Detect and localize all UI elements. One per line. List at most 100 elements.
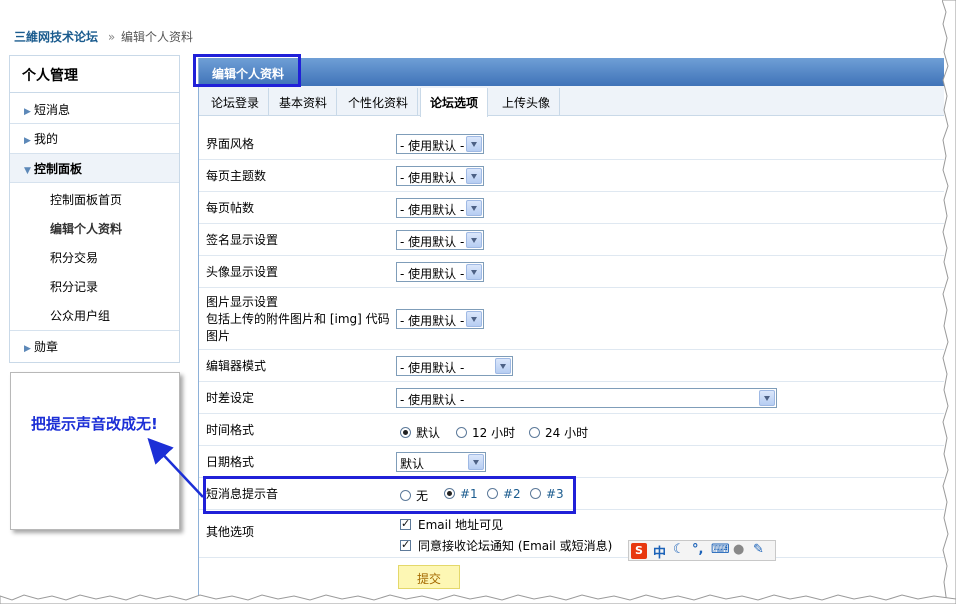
- sidebar-item-medals[interactable]: ▶ 勋章: [24, 338, 58, 355]
- row-other-options: 其他选项 Email 地址可见 同意接收论坛通知 (Email 或短消息): [199, 510, 944, 558]
- triangle-down-icon: ▼: [24, 166, 31, 176]
- chevron-down-icon: [466, 264, 482, 280]
- date-format-select[interactable]: 默认: [396, 452, 486, 472]
- radio-icon: [529, 427, 540, 438]
- breadcrumb: 三維网技术论坛 » 编辑个人资料: [14, 28, 193, 45]
- punctuation-icon[interactable]: °,: [692, 542, 703, 557]
- sidebar-subitem-credit-trade[interactable]: 积分交易: [50, 249, 98, 266]
- moon-icon[interactable]: ☾: [673, 542, 685, 557]
- row-label: 头像显示设置: [206, 265, 279, 279]
- wrench-icon[interactable]: ✎: [753, 542, 764, 557]
- row-label: 每页主题数: [206, 169, 267, 183]
- radio-label: 12 小时: [472, 426, 516, 440]
- row-label: 图片显示设置: [206, 295, 279, 309]
- checkbox-email-visible[interactable]: Email 地址可见: [400, 516, 503, 533]
- sidebar-subitem-edit-profile[interactable]: 编辑个人资料: [50, 220, 122, 237]
- sidebar-item-messages[interactable]: ▶ 短消息: [24, 101, 70, 118]
- triangle-right-icon: ▶: [24, 136, 31, 146]
- avatar-select[interactable]: - 使用默认 -: [396, 262, 484, 282]
- main-panel: 编辑个人资料 论坛登录 基本资料 个性化资料 论坛选项 上传头像 界面风格 - …: [198, 58, 944, 596]
- annotation-note: 把提示声音改成无!: [10, 372, 180, 530]
- main-header: 编辑个人资料: [199, 58, 944, 86]
- ime-toolbar[interactable]: S 中 ☾ °, ⌨ ● ✎: [628, 540, 776, 561]
- row-label: 编辑器模式: [206, 359, 267, 373]
- checkbox-accept-notices[interactable]: 同意接收论坛通知 (Email 或短消息): [400, 537, 612, 554]
- torn-edge-bottom: [0, 594, 956, 604]
- annotation-note-text: 把提示声音改成无!: [31, 415, 158, 433]
- radio-label: 24 小时: [545, 426, 589, 440]
- sidebar-section-control-panel[interactable]: ▼ 控制面板: [10, 153, 179, 183]
- timezone-select[interactable]: - 使用默认 -: [396, 388, 777, 408]
- tab-upload-avatar[interactable]: 上传头像: [493, 88, 561, 115]
- breadcrumb-site-link[interactable]: 三維网技术论坛: [14, 30, 98, 44]
- highlight-box-title: [193, 54, 301, 87]
- chevron-down-icon: [466, 168, 482, 184]
- row-sublabel: 图片: [206, 329, 231, 343]
- row-label: 日期格式: [206, 455, 255, 469]
- editor-mode-select[interactable]: - 使用默认 -: [396, 356, 513, 376]
- highlight-box-pm-sound: [203, 476, 576, 514]
- tab-login[interactable]: 论坛登录: [202, 88, 270, 115]
- tab-forum-options[interactable]: 论坛选项: [420, 88, 489, 117]
- tab-personal[interactable]: 个性化资料: [339, 88, 419, 115]
- row-threads-per-page: 每页主题数 - 使用默认 -: [199, 160, 944, 192]
- radio-time-24h[interactable]: 24 小时: [529, 424, 588, 441]
- row-sublabel: 包括上传的附件图片和 [img] 代码: [206, 312, 390, 326]
- row-timezone: 时差设定 - 使用默认 -: [199, 382, 944, 414]
- radio-icon: [456, 427, 467, 438]
- threads-per-page-select[interactable]: - 使用默认 -: [396, 166, 484, 186]
- row-editor-mode: 编辑器模式 - 使用默认 -: [199, 350, 944, 382]
- keyboard-icon[interactable]: ⌨: [711, 542, 730, 557]
- sidebar-item-label: 控制面板: [34, 162, 83, 176]
- ime-mode-label[interactable]: 中: [653, 542, 666, 561]
- posts-per-page-select[interactable]: - 使用默认 -: [396, 198, 484, 218]
- style-select[interactable]: - 使用默认 -: [396, 134, 484, 154]
- row-avatar: 头像显示设置 - 使用默认 -: [199, 256, 944, 288]
- row-time-format: 时间格式 默认 12 小时 24 小时: [199, 414, 944, 446]
- sidebar-item-label: 短消息: [34, 103, 71, 117]
- chevron-down-icon: [759, 390, 775, 406]
- sidebar-subitem-credit-log[interactable]: 积分记录: [50, 278, 98, 295]
- tab-bar: 论坛登录 基本资料 个性化资料 论坛选项 上传头像: [199, 86, 944, 117]
- checkbox-checked-icon: [400, 517, 411, 530]
- row-label: 时间格式: [206, 423, 255, 437]
- sidebar-subitem-usergroups[interactable]: 公众用户组: [50, 307, 110, 324]
- radio-label: 默认: [416, 426, 441, 440]
- select-value: - 使用默认 -: [400, 203, 465, 217]
- row-image-display: 图片显示设置 包括上传的附件图片和 [img] 代码 图片 - 使用默认 -: [199, 288, 944, 350]
- sidebar-subitem-cp-home[interactable]: 控制面板首页: [50, 191, 122, 208]
- row-label: 签名显示设置: [206, 233, 279, 247]
- select-value: - 使用默认 -: [400, 393, 465, 407]
- image-display-select[interactable]: - 使用默认 -: [396, 309, 484, 329]
- signature-select[interactable]: - 使用默认 -: [396, 230, 484, 250]
- row-label: 每页帖数: [206, 201, 255, 215]
- chevron-down-icon: [466, 136, 482, 152]
- sidebar-item-control-panel[interactable]: ▼ 控制面板: [24, 160, 82, 177]
- chevron-down-icon: [466, 200, 482, 216]
- sidebar-item-label: 勋章: [34, 340, 59, 354]
- triangle-right-icon: ▶: [24, 107, 31, 117]
- row-date-format: 日期格式 默认: [199, 446, 944, 478]
- row-label: 其他选项: [206, 525, 255, 539]
- select-value: - 使用默认 -: [400, 361, 465, 375]
- row-label: 时差设定: [206, 391, 255, 405]
- checkbox-label: 同意接收论坛通知 (Email 或短消息): [418, 539, 613, 553]
- radio-time-12h[interactable]: 12 小时: [456, 424, 515, 441]
- select-value: - 使用默认 -: [400, 171, 465, 185]
- submit-button[interactable]: 提交: [398, 565, 460, 589]
- chevron-down-icon: [466, 232, 482, 248]
- select-value: - 使用默认 -: [400, 235, 465, 249]
- sidebar: 个人管理 ▶ 短消息 ▶ 我的 ▼ 控制面板 控制面板首页 编辑个人资料 积分交易 积…: [9, 55, 180, 363]
- sidebar-item-label: 我的: [34, 132, 59, 146]
- select-value: - 使用默认 -: [400, 139, 465, 153]
- forum-page: 三維网技术论坛 » 编辑个人资料 个人管理 ▶ 短消息 ▶ 我的 ▼ 控制面板 控制面…: [0, 0, 944, 596]
- radio-time-default[interactable]: 默认: [400, 424, 440, 441]
- row-posts-per-page: 每页帖数 - 使用默认 -: [199, 192, 944, 224]
- user-icon[interactable]: ●: [733, 542, 744, 557]
- sidebar-title: 个人管理: [10, 56, 179, 93]
- sidebar-item-my[interactable]: ▶ 我的: [24, 130, 58, 147]
- tab-basic[interactable]: 基本资料: [270, 88, 338, 115]
- divider: [10, 330, 179, 331]
- checkbox-label: Email 地址可见: [418, 518, 504, 532]
- row-style: 界面风格 - 使用默认 -: [199, 128, 944, 160]
